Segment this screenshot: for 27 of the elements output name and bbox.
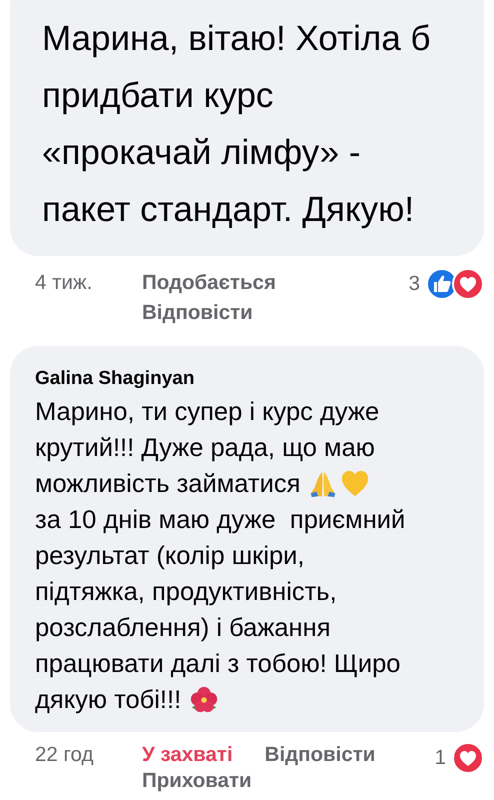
comment-text: крутий!!! Дуже рада, що маю xyxy=(35,433,375,464)
comment-text: підтяжка, продуктивність, xyxy=(35,577,337,608)
flower-icon xyxy=(189,685,220,715)
love-icon[interactable] xyxy=(452,742,484,774)
comment-text: розслаблення) і бажання xyxy=(35,613,331,644)
comment-time: 4 тиж. xyxy=(35,270,94,296)
action-link[interactable]: Відповісти xyxy=(264,742,376,768)
action-link[interactable]: Відповісти xyxy=(142,298,253,328)
comment-text: Марино, ти супер і курс дуже xyxy=(35,397,380,428)
author-name[interactable]: Galina Shaginyan xyxy=(35,366,194,392)
comment-text: «прокачай лімфу» - xyxy=(42,132,361,174)
comment-time: 22 год xyxy=(35,742,94,768)
comment-text: за 10 днів маю дуже приємний xyxy=(35,505,406,536)
comment-text: придбати курс xyxy=(42,75,274,117)
comment-text: Марина, вітаю! Хотіла б xyxy=(42,18,431,60)
comment-text: пакет стандарт. Дякую! xyxy=(42,189,414,231)
action-link[interactable]: Подобається xyxy=(142,268,276,298)
comment-text: можливість займатися xyxy=(35,469,300,500)
heart-icon xyxy=(340,469,370,499)
reaction-count[interactable]: 1 xyxy=(434,745,446,771)
reaction-count[interactable]: 3 xyxy=(408,269,420,299)
comment-text: дякую тобі!!! xyxy=(35,685,182,716)
comment-text: працювати далі з тобою! Щиро xyxy=(35,649,400,680)
action-link[interactable]: У захваті xyxy=(142,742,233,768)
love-icon[interactable] xyxy=(452,268,484,300)
action-link[interactable]: Приховати xyxy=(142,768,252,794)
comment-text: результат (колір шкіри, xyxy=(35,541,305,572)
